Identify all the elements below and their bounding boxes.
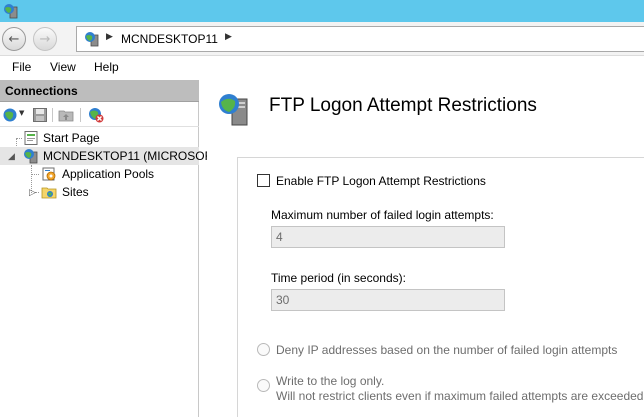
tree-label-sites: Sites — [62, 185, 89, 199]
connections-title: Connections — [5, 84, 78, 98]
back-button[interactable]: ← — [2, 27, 26, 51]
page-title: FTP Logon Attempt Restrictions — [269, 95, 537, 116]
tree-item-start-page[interactable]: Start Page — [0, 129, 199, 147]
connect-globe-icon[interactable] — [2, 107, 18, 123]
connections-toolbar: ▼ — [0, 103, 199, 127]
menu-file[interactable]: File — [12, 60, 31, 74]
menu-view[interactable]: View — [50, 60, 76, 74]
tree-item-application-pools[interactable]: Application Pools — [0, 165, 199, 183]
ftp-logon-restrictions-icon — [219, 94, 248, 126]
breadcrumb-arrow-icon[interactable]: ▶ — [106, 32, 113, 42]
menu-bar: File View Help — [0, 57, 644, 79]
tree-item-server[interactable]: ◢ MCNDESKTOP11 (MICROSOF — [0, 147, 212, 165]
menu-help[interactable]: Help — [94, 60, 119, 74]
connections-header: Connections — [0, 80, 199, 102]
deny-ip-radio[interactable] — [257, 343, 270, 356]
tree-item-sites[interactable]: ▷ Sites — [0, 183, 199, 201]
tree-label-application-pools: Application Pools — [62, 167, 155, 181]
time-period-field[interactable]: 30 — [271, 289, 505, 311]
settings-panel: Enable FTP Logon Attempt Restrictions Ma… — [237, 157, 644, 417]
expand-arrow-icon[interactable]: ▷ — [29, 187, 36, 198]
deny-ip-label[interactable]: Deny IP addresses based on the number of… — [276, 343, 617, 357]
application-pools-icon — [42, 167, 56, 181]
server-globe-icon — [24, 149, 38, 164]
collapse-arrow-icon[interactable]: ◢ — [8, 151, 15, 162]
time-period-label: Time period (in seconds): — [271, 271, 406, 285]
iis-manager-icon — [4, 4, 18, 19]
forward-button[interactable]: → — [33, 27, 57, 51]
breadcrumb-arrow-icon[interactable]: ▶ — [225, 32, 232, 42]
up-folder-icon[interactable] — [58, 107, 74, 123]
connections-pane: Connections ▼ Start Page ◢ MCNDESKTOP11 … — [0, 80, 212, 417]
address-bar: ← → ▶ MCNDESKTOP11 ▶ — [0, 22, 644, 56]
sites-folder-icon — [41, 187, 57, 199]
tree-label-start-page: Start Page — [43, 131, 100, 145]
save-icon[interactable] — [32, 107, 48, 123]
window-titlebar — [0, 0, 644, 22]
enable-restrictions-label[interactable]: Enable FTP Logon Attempt Restrictions — [276, 174, 486, 188]
max-attempts-label: Maximum number of failed login attempts: — [271, 208, 494, 222]
enable-restrictions-checkbox[interactable] — [257, 174, 270, 187]
log-only-label[interactable]: Write to the log only. — [276, 374, 384, 388]
dropdown-arrow-icon[interactable]: ▼ — [19, 109, 24, 117]
log-only-note: Will not restrict clients even if maximu… — [276, 389, 644, 403]
feature-pane: FTP Logon Attempt Restrictions Enable FT… — [207, 80, 644, 417]
breadcrumb-server[interactable]: MCNDESKTOP11 — [121, 32, 218, 46]
tree-label-server: MCNDESKTOP11 (MICROSOF — [43, 149, 212, 163]
log-only-radio[interactable] — [257, 379, 270, 392]
max-attempts-field[interactable]: 4 — [271, 226, 505, 248]
breadcrumb[interactable]: ▶ MCNDESKTOP11 ▶ — [76, 26, 644, 52]
server-globe-icon — [85, 32, 99, 47]
start-page-icon — [24, 131, 38, 145]
disconnect-icon[interactable] — [88, 107, 104, 123]
